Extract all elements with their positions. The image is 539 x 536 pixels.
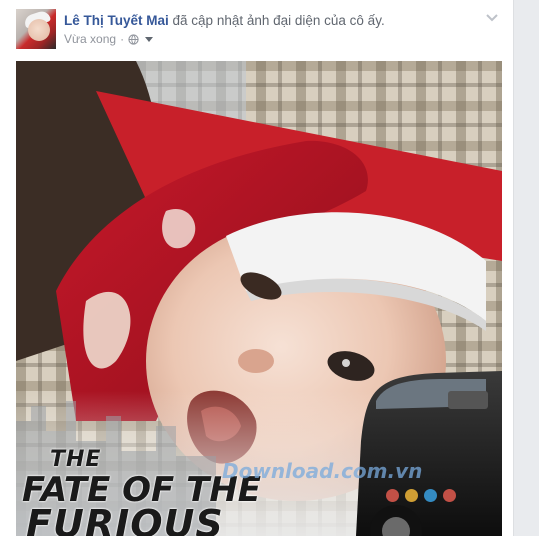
profile-photo[interactable]: THE FATE OF THE FURIOUS Download.com.vn xyxy=(16,61,502,536)
watermark-dot xyxy=(424,489,437,502)
watermark-dot xyxy=(386,489,399,502)
meta-separator: · xyxy=(120,32,125,46)
post-timestamp-link[interactable]: Vừa xong xyxy=(64,32,116,46)
watermark-text: Download.com.vn xyxy=(222,459,423,483)
watermark-dots xyxy=(386,489,456,502)
feed-post-card: Lê Thị Tuyết Mai đã cập nhật ảnh đại diệ… xyxy=(0,0,514,536)
caret-down-icon[interactable] xyxy=(145,36,154,42)
author-name-link[interactable]: Lê Thị Tuyết Mai xyxy=(64,13,169,28)
globe-icon[interactable] xyxy=(128,33,139,45)
avatar-face xyxy=(28,19,50,41)
profile-avatar[interactable] xyxy=(16,9,56,49)
post-action-text: đã cập nhật ảnh đại diện của cô ấy. xyxy=(172,13,385,28)
post-meta: Vừa xong · xyxy=(64,32,154,46)
watermark-dot xyxy=(443,489,456,502)
watermark-dot xyxy=(405,489,418,502)
chevron-down-icon[interactable] xyxy=(485,11,499,25)
poster-line-3: FURIOUS xyxy=(26,502,224,536)
post-title: Lê Thị Tuyết Mai đã cập nhật ảnh đại diệ… xyxy=(64,12,385,29)
post-header: Lê Thị Tuyết Mai đã cập nhật ảnh đại diệ… xyxy=(16,9,503,53)
